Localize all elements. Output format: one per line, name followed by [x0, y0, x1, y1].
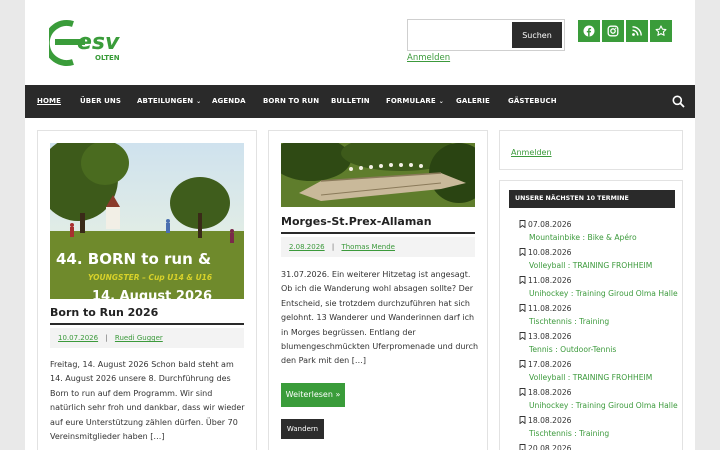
post-card-morges: Morges-St.Prex-Allaman 2.08.2026 | Thoma…: [268, 130, 488, 450]
bookmark-icon: [519, 220, 526, 228]
event-link[interactable]: Volleyball : TRAINING FROHHEIM: [519, 371, 679, 385]
meta-separator: |: [105, 334, 108, 342]
event-link[interactable]: Unihockey : Training Giroud Olma Halle: [519, 287, 679, 301]
title-divider: [281, 232, 475, 234]
rss-icon[interactable]: [626, 20, 648, 42]
nav-item-born-to-run[interactable]: BORN TO RUN: [263, 85, 319, 118]
event-link[interactable]: Tischtennis : Training: [519, 427, 679, 441]
event-date-text: 18.08.2026: [528, 415, 572, 425]
bookmark-icon: [519, 332, 526, 340]
image-date-line: 14. August 2026: [92, 289, 212, 299]
nav-item-ueber-uns[interactable]: ÜBER UNS: [80, 85, 121, 118]
event-date: 20.08.2026: [519, 441, 679, 450]
event-date: 18.08.2026: [519, 385, 679, 399]
event-date-text: 07.08.2026: [528, 219, 572, 229]
event-date: 17.08.2026: [519, 357, 679, 371]
event-link[interactable]: Tennis : Outdoor-Tennis: [519, 343, 679, 357]
bookmark-icon: [519, 444, 526, 450]
post-excerpt: 31.07.2026. Ein weiterer Hitzetag ist an…: [281, 270, 479, 366]
bookmark-icon: [519, 248, 526, 256]
search-button[interactable]: Suchen: [512, 22, 562, 48]
search-input[interactable]: [410, 22, 510, 48]
post-image-born-to-run[interactable]: 44. BORN to run & YOUNGSTER – Cup U14 & …: [50, 143, 244, 299]
event-link[interactable]: Volleyball : TRAINING FROHHEIM: [519, 259, 679, 273]
image-subtitle-line: YOUNGSTER – Cup U14 & U16: [88, 273, 212, 282]
event-date: 18.08.2026: [519, 413, 679, 427]
post-meta: 2.08.2026 | Thomas Mende: [281, 237, 475, 257]
header-login-link[interactable]: Anmelden: [407, 53, 450, 63]
post-meta: 10.07.2026 | Ruedi Gugger: [50, 328, 244, 348]
sidebar-login-link[interactable]: Anmelden: [511, 148, 552, 157]
search-icon[interactable]: [672, 95, 685, 108]
event-date-text: 11.08.2026: [528, 275, 572, 285]
post-author-link[interactable]: Thomas Mende: [341, 243, 395, 251]
esv-logo[interactable]: esv OLTEN: [49, 18, 125, 68]
event-date-text: 18.08.2026: [528, 387, 572, 397]
star-icon[interactable]: [650, 20, 672, 42]
bookmark-icon: [519, 304, 526, 312]
post-title[interactable]: Morges-St.Prex-Allaman: [281, 215, 432, 228]
chevron-down-icon: ⌄: [438, 98, 444, 105]
nav-item-abteilungen-label: ABTEILUNGEN: [137, 97, 194, 105]
event-date: 11.08.2026: [519, 301, 679, 315]
event-date: 07.08.2026: [519, 217, 679, 231]
event-date-text: 20.08.2026: [528, 443, 572, 450]
event-date: 13.08.2026: [519, 329, 679, 343]
image-title-line: 44. BORN to run &: [56, 250, 211, 268]
nav-item-abteilungen[interactable]: ABTEILUNGEN ⌄: [137, 85, 201, 118]
event-date-text: 11.08.2026: [528, 303, 572, 313]
post-card-born-to-run: 44. BORN to run & YOUNGSTER – Cup U14 & …: [37, 130, 257, 450]
post-title[interactable]: Born to Run 2026: [50, 306, 158, 319]
nav-item-agenda[interactable]: AGENDA: [212, 85, 246, 118]
event-link[interactable]: Tischtennis : Training: [519, 315, 679, 329]
site-header: esv OLTEN Suchen Anmelden: [25, 0, 695, 85]
logo-text: esv: [77, 30, 120, 55]
bookmark-icon: [519, 360, 526, 368]
nav-item-galerie[interactable]: GALERIE: [456, 85, 490, 118]
bookmark-icon: [519, 416, 526, 424]
category-tag-wandern[interactable]: Wandern: [281, 419, 324, 439]
logo-subtext: OLTEN: [95, 54, 120, 62]
header-search: Suchen: [407, 19, 565, 51]
title-divider: [50, 323, 244, 325]
post-excerpt: Freitag, 14. August 2026 Schon bald steh…: [50, 360, 245, 442]
nav-item-bulletin[interactable]: BULLETIN: [331, 85, 370, 118]
event-link[interactable]: Unihockey : Training Giroud Olma Halle: [519, 399, 679, 413]
event-link[interactable]: Mountainbike : Bike & Apéro: [519, 231, 679, 245]
nav-item-gaestebuch[interactable]: GÄSTEBUCH: [508, 85, 557, 118]
main-navigation: HOME ÜBER UNS ABTEILUNGEN ⌄ AGENDA BORN T…: [25, 85, 695, 118]
events-widget-title: UNSERE NÄCHSTEN 10 TERMINE: [509, 190, 675, 208]
event-date-text: 13.08.2026: [528, 331, 572, 341]
post-image-morges[interactable]: [281, 143, 475, 207]
bookmark-icon: [519, 276, 526, 284]
bookmark-icon: [519, 388, 526, 396]
event-date: 10.08.2026: [519, 245, 679, 259]
chevron-down-icon: ⌄: [196, 98, 202, 105]
nav-item-formulare-label: FORMULARE: [386, 97, 436, 105]
meta-separator: |: [331, 243, 335, 251]
read-more-button[interactable]: Weiterlesen »: [281, 383, 345, 407]
facebook-icon[interactable]: [578, 20, 600, 42]
nav-item-formulare[interactable]: FORMULARE ⌄: [386, 85, 444, 118]
post-author-link[interactable]: Ruedi Gugger: [115, 334, 163, 342]
nav-item-home[interactable]: HOME: [37, 85, 61, 118]
social-icons: [578, 20, 672, 42]
event-date-text: 17.08.2026: [528, 359, 572, 369]
event-date-text: 10.08.2026: [528, 247, 572, 257]
page: esv OLTEN Suchen Anmelden HOME ÜBER UNS: [25, 0, 695, 450]
event-date: 11.08.2026: [519, 273, 679, 287]
instagram-icon[interactable]: [602, 20, 624, 42]
post-date-link[interactable]: 10.07.2026: [58, 334, 98, 342]
events-list: 07.08.2026 Mountainbike : Bike & Apéro 10.…: [519, 217, 679, 450]
post-date-link[interactable]: 2.08.2026: [289, 243, 325, 251]
